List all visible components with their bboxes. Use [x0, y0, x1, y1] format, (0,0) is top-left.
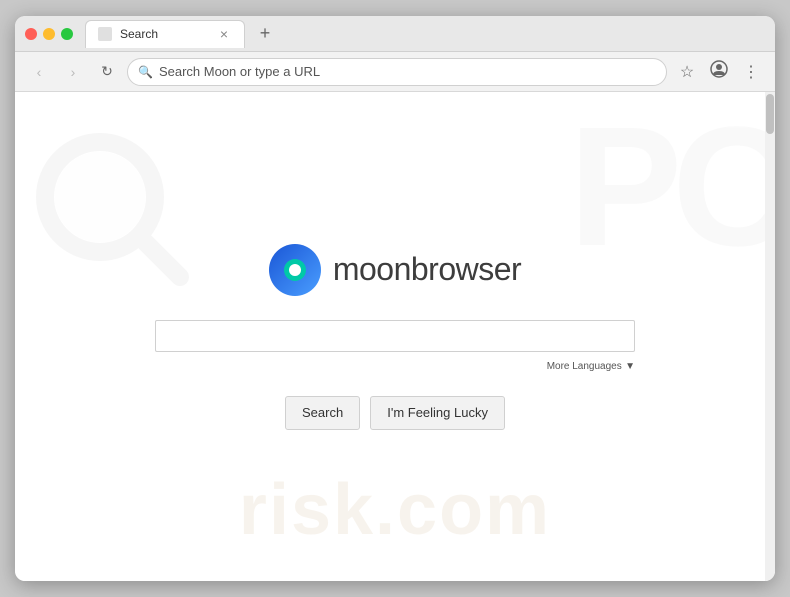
search-buttons: Search I'm Feeling Lucky	[285, 396, 505, 430]
main-content: moonbrowser More Languages ▼ Search I'm …	[15, 244, 775, 430]
tab-favicon	[98, 27, 112, 41]
scrollbar-thumb[interactable]	[766, 94, 774, 134]
search-input[interactable]	[155, 320, 635, 352]
tab-close-button[interactable]: ×	[216, 26, 232, 42]
more-languages-label: More Languages	[547, 361, 622, 372]
more-languages-arrow: ▼	[625, 361, 635, 372]
nav-bar: ‹ › ↻ 🔍 Search Moon or type a URL ☆	[15, 52, 775, 92]
search-address-icon: 🔍	[138, 65, 153, 79]
lucky-button[interactable]: I'm Feeling Lucky	[370, 396, 505, 430]
back-icon: ‹	[37, 64, 42, 80]
moonbrowser-logo	[269, 244, 321, 296]
refresh-icon: ↻	[101, 63, 113, 80]
back-button[interactable]: ‹	[25, 58, 53, 86]
menu-icon: ⋮	[743, 62, 759, 82]
address-text: Search Moon or type a URL	[159, 64, 656, 79]
new-tab-button[interactable]: +	[253, 22, 277, 46]
logo-area: moonbrowser	[269, 244, 521, 296]
logo-text: moonbrowser	[333, 251, 521, 288]
bookmark-icon: ☆	[680, 62, 694, 82]
forward-button[interactable]: ›	[59, 58, 87, 86]
title-bar: Search × +	[15, 16, 775, 52]
profile-button[interactable]	[705, 58, 733, 86]
nav-right-buttons: ☆ ⋮	[673, 58, 765, 86]
forward-icon: ›	[71, 64, 76, 80]
refresh-button[interactable]: ↻	[93, 58, 121, 86]
tab-area: Search × +	[85, 20, 765, 48]
address-bar[interactable]: 🔍 Search Moon or type a URL	[127, 58, 667, 86]
minimize-button[interactable]	[43, 28, 55, 40]
page-content: PC risk.com moonbro	[15, 92, 775, 581]
active-tab[interactable]: Search ×	[85, 20, 245, 48]
more-languages-link[interactable]: More Languages ▼	[547, 358, 635, 372]
risk-watermark: risk.com	[239, 469, 551, 551]
close-button[interactable]	[25, 28, 37, 40]
bookmark-button[interactable]: ☆	[673, 58, 701, 86]
search-box-container: More Languages ▼	[155, 320, 635, 372]
profile-icon	[710, 60, 728, 83]
menu-button[interactable]: ⋮	[737, 58, 765, 86]
browser-window: Search × + ‹ › ↻ 🔍 Search Moon or type a…	[15, 16, 775, 581]
tab-title: Search	[120, 27, 158, 41]
traffic-lights	[25, 28, 73, 40]
maximize-button[interactable]	[61, 28, 73, 40]
search-button[interactable]: Search	[285, 396, 360, 430]
